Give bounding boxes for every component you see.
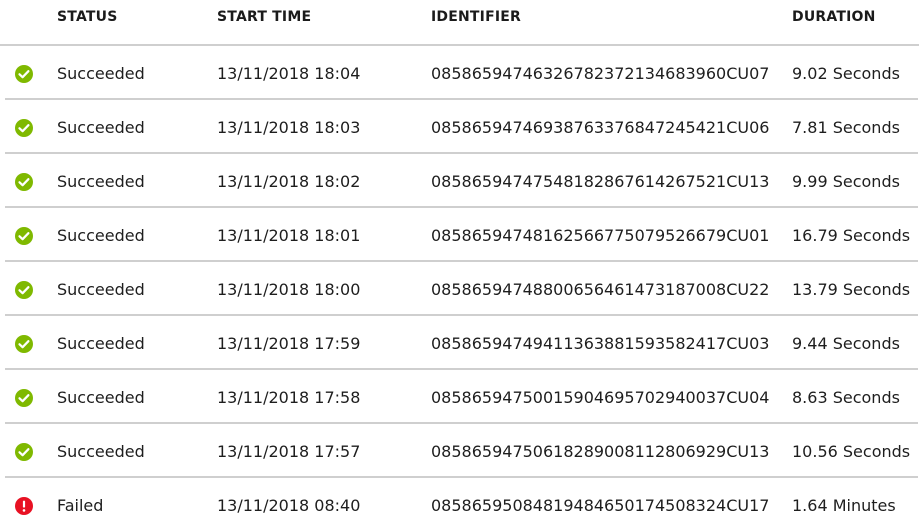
identifier-text: 08586594746326782372134683960CU07 [431, 64, 770, 83]
column-header-duration[interactable]: DURATION [792, 9, 876, 25]
check-circle-icon [15, 335, 33, 353]
start-time-text: 13/11/2018 17:57 [217, 442, 361, 461]
start-time-text: 13/11/2018 17:59 [217, 334, 361, 353]
start-time-text: 13/11/2018 18:00 [217, 280, 361, 299]
start-time-text: 13/11/2018 18:04 [217, 64, 361, 83]
start-time-text: 13/11/2018 08:40 [217, 496, 361, 515]
status-text: Succeeded [57, 334, 145, 353]
start-time-text: 13/11/2018 18:03 [217, 118, 361, 137]
runs-history-table: STATUS START TIME IDENTIFIER DURATION Su… [0, 0, 919, 532]
check-circle-icon [15, 281, 33, 299]
identifier-text: 08586595084819484650174508324CU17 [431, 496, 770, 515]
table-row[interactable]: Succeeded 13/11/2018 18:01 0858659474816… [5, 208, 918, 262]
check-circle-icon [15, 227, 33, 245]
duration-text: 9.44 Seconds [792, 334, 900, 353]
duration-text: 13.79 Seconds [792, 280, 911, 299]
status-text: Succeeded [57, 64, 145, 83]
status-text: Failed [57, 496, 104, 515]
duration-text: 8.63 Seconds [792, 388, 900, 407]
table-row[interactable]: Succeeded 13/11/2018 18:00 0858659474880… [5, 262, 918, 316]
identifier-text: 08586594747548182867614267521CU13 [431, 172, 770, 191]
table-row[interactable]: Succeeded 13/11/2018 18:03 0858659474693… [5, 100, 918, 154]
identifier-text: 08586594750618289008112806929CU13 [431, 442, 770, 461]
column-header-start-time[interactable]: START TIME [217, 9, 311, 25]
column-header-status[interactable]: STATUS [57, 9, 118, 25]
identifier-text: 08586594750015904695702940037CU04 [431, 388, 770, 407]
table-row[interactable]: Succeeded 13/11/2018 17:57 0858659475061… [5, 424, 918, 478]
table-row[interactable]: Failed 13/11/2018 08:40 0858659508481948… [5, 478, 918, 532]
identifier-text: 08586594748800656461473187008CU22 [431, 280, 770, 299]
table-row[interactable]: Succeeded 13/11/2018 18:02 0858659474754… [5, 154, 918, 208]
check-circle-icon [15, 119, 33, 137]
start-time-text: 13/11/2018 18:02 [217, 172, 361, 191]
column-header-identifier[interactable]: IDENTIFIER [431, 9, 521, 25]
duration-text: 7.81 Seconds [792, 118, 900, 137]
status-text: Succeeded [57, 388, 145, 407]
check-circle-icon [15, 443, 33, 461]
start-time-text: 13/11/2018 18:01 [217, 226, 361, 245]
check-circle-icon [15, 389, 33, 407]
status-text: Succeeded [57, 172, 145, 191]
status-text: Succeeded [57, 280, 145, 299]
duration-text: 1.64 Minutes [792, 496, 896, 515]
duration-text: 10.56 Seconds [792, 442, 911, 461]
status-text: Succeeded [57, 442, 145, 461]
duration-text: 16.79 Seconds [792, 226, 911, 245]
status-text: Succeeded [57, 118, 145, 137]
start-time-text: 13/11/2018 17:58 [217, 388, 361, 407]
error-circle-icon [15, 497, 33, 515]
status-text: Succeeded [57, 226, 145, 245]
duration-text: 9.02 Seconds [792, 64, 900, 83]
table-row[interactable]: Succeeded 13/11/2018 17:58 0858659475001… [5, 370, 918, 424]
duration-text: 9.99 Seconds [792, 172, 900, 191]
identifier-text: 08586594746938763376847245421CU06 [431, 118, 770, 137]
table-row[interactable]: Succeeded 13/11/2018 18:04 0858659474632… [5, 46, 918, 100]
table-header: STATUS START TIME IDENTIFIER DURATION [0, 0, 919, 46]
table-row[interactable]: Succeeded 13/11/2018 17:59 0858659474941… [5, 316, 918, 370]
identifier-text: 08586594748162566775079526679CU01 [431, 226, 770, 245]
check-circle-icon [15, 173, 33, 191]
check-circle-icon [15, 65, 33, 83]
identifier-text: 08586594749411363881593582417CU03 [431, 334, 770, 353]
